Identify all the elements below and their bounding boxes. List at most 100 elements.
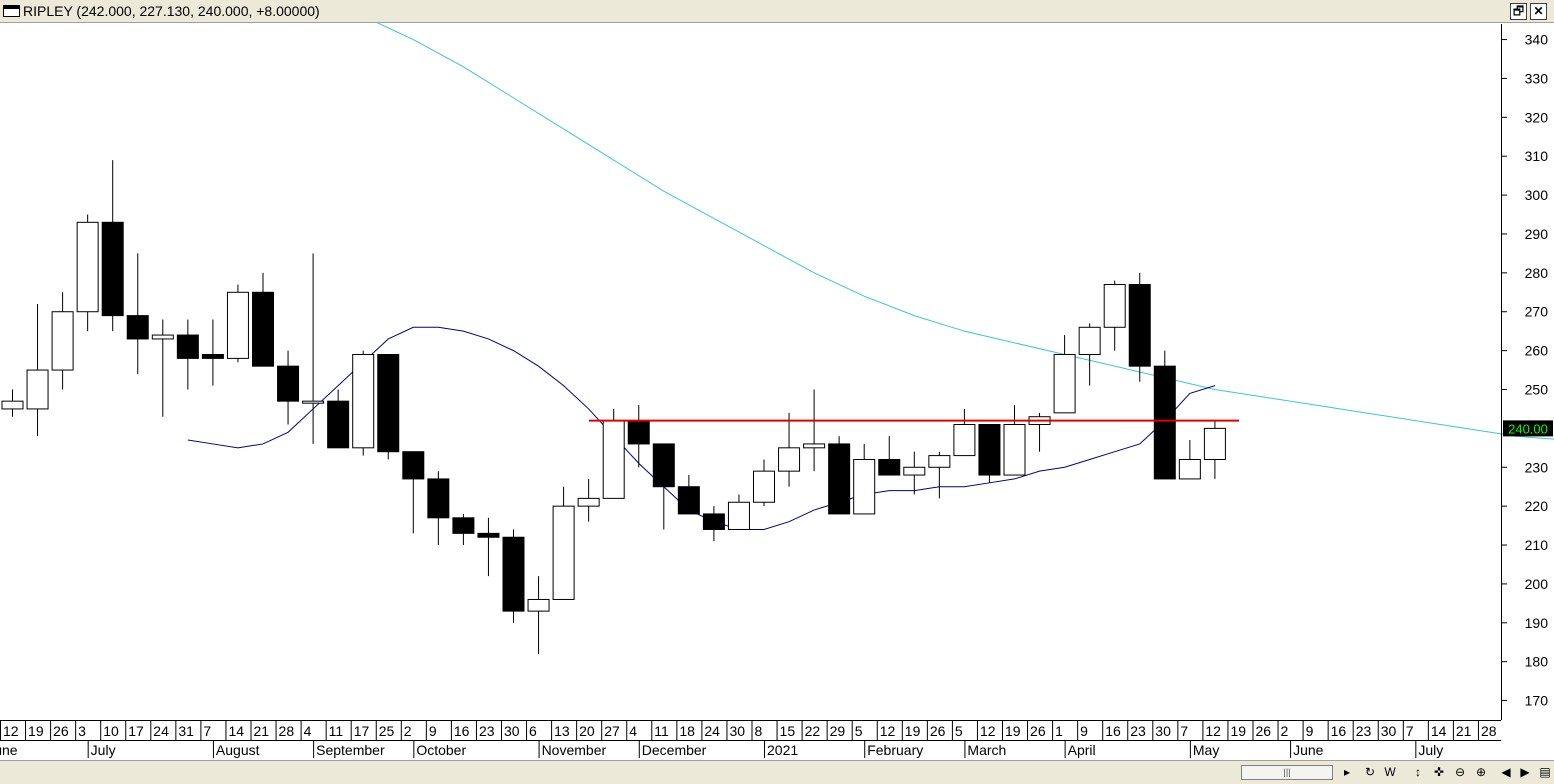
date-tick-label: 19 [905,723,921,739]
candle-body-up [853,458,876,515]
candle-body-down [126,315,149,340]
date-tick-label: 8 [755,723,763,739]
date-tick-label: 28 [279,723,295,739]
candle-body-down [277,365,300,402]
date-tick-label: 6 [529,723,537,739]
date-tick-label: 20 [579,723,595,739]
candle-body-down [477,532,500,538]
date-tick-label: 23 [1356,723,1372,739]
candle-body-down [252,291,274,367]
window-titlebar: RIPLEY (242.000, 227.130, 240.000, +8.00… [0,0,1554,23]
refresh-icon[interactable]: ↻ [1361,764,1379,781]
price-tick-label: 210 [1525,537,1549,553]
candle-body-up [727,501,750,530]
scroll-forward-icon[interactable]: ▶ [1516,764,1534,781]
date-tick-label: 19 [28,723,44,739]
long-moving-average-line [362,15,1554,440]
month-label: September [316,742,385,758]
date-tick-label: 11 [329,723,344,739]
restore-button[interactable]: 🗗 [1510,3,1527,20]
date-tick-label: 21 [1456,723,1472,739]
candle-body-up [903,466,926,476]
candle-body-up [51,311,74,371]
candle-body-down [377,354,400,453]
date-tick-label: 17 [128,723,144,739]
candle-body-down [677,486,700,515]
date-tick-label: 19 [1005,723,1021,739]
date-tick-label: 10 [103,723,119,739]
candle-body-up [778,447,801,472]
price-tick-label: 300 [1525,187,1549,203]
last-price-label: 240.00 [1508,421,1548,436]
date-tick-label: 30 [1155,723,1171,739]
price-tick-label: 330 [1525,70,1549,86]
date-tick-label: 25 [379,723,395,739]
crosshair-icon[interactable]: ✜ [1430,764,1448,781]
date-tick-label: 28 [1481,723,1497,739]
month-label: November [542,742,607,758]
candle-body-up [226,291,249,359]
month-label: July [91,742,116,758]
date-tick-label: 7 [203,723,211,739]
zoom-out-icon[interactable]: ⊖ [1451,764,1469,781]
candle-body-up [753,470,775,503]
candle-body-up [1103,284,1126,328]
window-icon [3,5,20,17]
candle-body-down [176,334,199,359]
date-tick-label: 12 [880,723,896,739]
candle-body-up [602,420,625,499]
price-tick-label: 250 [1525,381,1549,397]
menu-icon[interactable]: ▤ [1536,764,1554,781]
date-tick-label: 30 [729,723,745,739]
candle-body-up [1078,326,1101,356]
date-tick-label: 9 [429,723,437,739]
date-tick-label: 24 [704,723,720,739]
candle-body-up [803,443,826,449]
month-label: une [0,742,18,758]
weekly-period-icon[interactable]: W [1381,764,1399,781]
candle-body-down [878,458,901,476]
date-tick-label: 26 [930,723,946,739]
scroll-right-icon[interactable]: ▸ [1338,764,1356,781]
date-tick-label: 9 [1080,723,1088,739]
candle-body-up [1178,458,1201,480]
date-axis: 12 19 26 3 10 17 24 31 7 14 21 28 4 11 17 25 2 9 16 23 30 6 13… [0,720,1501,758]
chart-canvas: 3403303203103002902802702602502302202102… [0,15,1554,758]
candle-body-down [627,420,650,445]
zoom-in-icon[interactable]: ⊕ [1472,764,1490,781]
chart-toolbar: ||| ▸ ↻ W ↕ ✜ ⊖ ⊕ ◀ ▶ ▤ [0,760,1554,784]
date-tick-label: 14 [228,723,244,739]
date-tick-label: 30 [1381,723,1397,739]
candle-body-down [427,478,450,519]
candle-body-down [1128,284,1151,367]
candle-body-down [652,443,675,488]
month-label: March [967,742,1006,758]
horizontal-scrollbar[interactable]: ||| [1241,765,1333,780]
vertical-resize-icon[interactable]: ↕ [1409,764,1427,781]
date-tick-label: 19 [1230,723,1246,739]
window-title: RIPLEY (242.000, 227.130, 240.000, +8.00… [23,3,320,19]
candle-body-down [702,513,725,530]
price-tick-label: 220 [1525,498,1549,514]
date-tick-label: 26 [53,723,69,739]
close-button[interactable]: ✕ [1530,3,1547,20]
price-tick-label: 270 [1525,304,1549,320]
month-label: 2021 [767,742,798,758]
scroll-left-icon[interactable]: ◀ [1497,764,1515,781]
candle-body-up [151,334,174,340]
candle-body-down [452,517,475,534]
plot-area [1,15,1554,654]
date-tick-label: 26 [1030,723,1046,739]
date-tick-label: 7 [1180,723,1188,739]
candle-body-down [978,423,1001,476]
price-tick-label: 190 [1525,615,1549,631]
month-label: February [867,742,923,758]
candle-body-up [1003,423,1026,476]
month-label: December [642,742,707,758]
price-tick-label: 290 [1525,226,1549,242]
date-tick-label: 16 [454,723,470,739]
candle-body-up [26,369,49,410]
price-tick-label: 340 [1525,32,1549,48]
date-tick-label: 22 [805,723,821,739]
date-tick-label: 1 [1055,723,1063,739]
